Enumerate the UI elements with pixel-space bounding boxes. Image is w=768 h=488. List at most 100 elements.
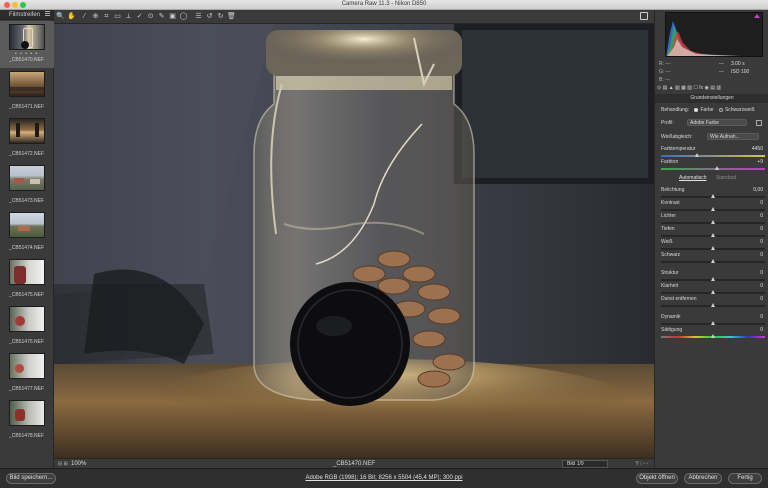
slider-value[interactable]: 0 (749, 213, 763, 219)
slider-knob[interactable] (711, 207, 715, 211)
graduated-filter-icon[interactable]: ▣ (168, 12, 177, 21)
view-mode-icons[interactable]: Y ⁝ ▫ ▫ (635, 461, 648, 467)
filmstrip-item[interactable]: _CB51474.NEF (0, 209, 54, 256)
profile-select[interactable]: Adobe Farbe (687, 119, 747, 126)
slider-knob[interactable] (711, 303, 715, 307)
color-sampler-icon[interactable]: ⊕ (91, 12, 100, 21)
wb-select[interactable]: Wie Aufnah... (707, 133, 759, 140)
dehaze-slider[interactable] (661, 303, 765, 307)
temp-slider-knob[interactable] (695, 153, 699, 157)
shutter-value: 3.00 s (730, 61, 745, 67)
slider-knob[interactable] (711, 334, 715, 338)
exposure-slider[interactable] (661, 194, 765, 198)
slider-value[interactable]: 0 (749, 296, 763, 302)
filmstrip-item[interactable]: _CB51478.NEF (0, 397, 54, 444)
slider-knob[interactable] (711, 246, 715, 250)
panel-tabs[interactable]: ⊙ ▤ ▲ ▧ ▦ ▨ ☐ fx ◉ ▤ ▥ (657, 85, 767, 93)
blacks-slider[interactable] (661, 259, 765, 263)
slider-row: Klarheit 0 (661, 283, 765, 289)
clarity-slider[interactable] (661, 290, 765, 294)
preview-statusbar: ⊟ ⊞ 100% _CB51470.NEF Bild 1/9 Y ⁝ ▫ ▫ (54, 458, 654, 468)
slider-value[interactable]: 0 (749, 270, 763, 276)
texture-slider[interactable] (661, 277, 765, 281)
hand-icon[interactable]: ✋ (67, 12, 76, 21)
filmstrip-item[interactable]: • • • • • _CB51470.NEF (0, 21, 54, 68)
slider-knob[interactable] (711, 233, 715, 237)
straighten-icon[interactable]: ▭ (113, 12, 122, 21)
window-title: Camera Raw 11.3 - Nikon D850 (341, 1, 427, 7)
contrast-slider[interactable] (661, 207, 765, 211)
default-link[interactable]: Standard (716, 175, 736, 181)
slider-value[interactable]: 0 (749, 239, 763, 245)
preferences-icon[interactable]: ☰ (194, 12, 203, 21)
filmstrip-menu-icon[interactable] (45, 11, 50, 17)
shadows-slider[interactable] (661, 233, 765, 237)
radio-bw[interactable] (718, 107, 723, 112)
white-balance-icon[interactable]: ⁄ (80, 12, 89, 21)
highlights-slider[interactable] (661, 220, 765, 224)
filmstrip-header: Filmstreifen (0, 10, 53, 20)
zoom-icon[interactable]: 🔍 (56, 12, 65, 21)
done-button[interactable]: Fertig (728, 473, 762, 484)
filmstrip-item[interactable]: _CB51471.NEF (0, 68, 54, 115)
tint-row: Farbton +9 (661, 159, 765, 165)
tint-slider-knob[interactable] (715, 166, 719, 170)
tint-value[interactable]: +9 (749, 159, 763, 165)
open-object-button[interactable]: Objekt öffnen (636, 473, 678, 484)
slider-knob[interactable] (711, 277, 715, 281)
r-value: --- (665, 61, 671, 67)
radial-filter-icon[interactable]: ◯ (179, 12, 188, 21)
window-titlebar: Camera Raw 11.3 - Nikon D850 (0, 0, 768, 10)
filmstrip-item[interactable]: _CB51475.NEF (0, 256, 54, 303)
thumbnail-label: _CB51472.NEF (9, 151, 45, 157)
red-eye-icon[interactable]: ⊙ (146, 12, 155, 21)
rotate-cw-icon[interactable]: ↻ (216, 12, 225, 21)
slider-value[interactable]: 0 (749, 283, 763, 289)
filmstrip-item[interactable]: _CB51477.NEF (0, 350, 54, 397)
tint-slider[interactable] (661, 166, 765, 170)
whites-slider[interactable] (661, 246, 765, 250)
filmstrip-item[interactable]: _CB51476.NEF (0, 303, 54, 350)
slider-value[interactable]: 0 (749, 252, 763, 258)
highlight-clipping-icon[interactable] (754, 14, 760, 18)
cancel-button[interactable]: Abbrechen (684, 473, 722, 484)
slider-label: Dunst entfernen (661, 296, 697, 302)
slider-row: Struktur 0 (661, 270, 765, 276)
filmstrip-item[interactable]: _CB51473.NEF (0, 162, 54, 209)
spot-removal-icon[interactable]: ✓ (135, 12, 144, 21)
vibrance-slider[interactable] (661, 321, 765, 325)
adjustment-brush-icon[interactable]: ✎ (157, 12, 166, 21)
thumbnail-image (9, 212, 45, 238)
thumbnail-label: _CB51476.NEF (9, 339, 45, 345)
rotate-ccw-icon[interactable]: ↺ (205, 12, 214, 21)
profile-browser-icon[interactable] (756, 120, 762, 126)
exif-readout: --- 3.00 s --- ISO 100 (719, 60, 749, 76)
slider-value[interactable]: 0 (749, 226, 763, 232)
slider-knob[interactable] (711, 321, 715, 325)
thumbnail-image (9, 400, 45, 426)
g-value: --- (665, 69, 671, 75)
temp-slider[interactable] (661, 153, 765, 157)
trash-icon[interactable]: 🗑 (227, 12, 236, 21)
r-label: R: (659, 61, 664, 67)
image-counter[interactable]: Bild 1/9 (562, 460, 608, 468)
auto-link[interactable]: Automatisch (679, 175, 707, 181)
crop-icon[interactable]: ⌗ (102, 12, 111, 21)
saturation-slider[interactable] (661, 334, 765, 338)
slider-knob[interactable] (711, 194, 715, 198)
slider-knob[interactable] (711, 220, 715, 224)
slider-value[interactable]: 0 (749, 200, 763, 206)
slider-value[interactable]: 0 (749, 327, 763, 333)
slider-label: Sättigung (661, 327, 683, 333)
radio-color[interactable] (694, 107, 699, 112)
transform-icon[interactable]: ⟂ (124, 12, 133, 21)
slider-value[interactable]: 0,00 (749, 187, 763, 193)
slider-value[interactable]: 0 (749, 314, 763, 320)
slider-knob[interactable] (711, 290, 715, 294)
filmstrip-item[interactable]: _CB51472.NEF (0, 115, 54, 162)
filmstrip-panel: Filmstreifen • • • • • _CB51470.NEF _CB5… (0, 10, 54, 468)
fullscreen-icon[interactable] (640, 12, 648, 20)
image-preview[interactable] (54, 24, 654, 458)
temp-value[interactable]: 4450 (749, 146, 763, 152)
slider-knob[interactable] (711, 259, 715, 263)
